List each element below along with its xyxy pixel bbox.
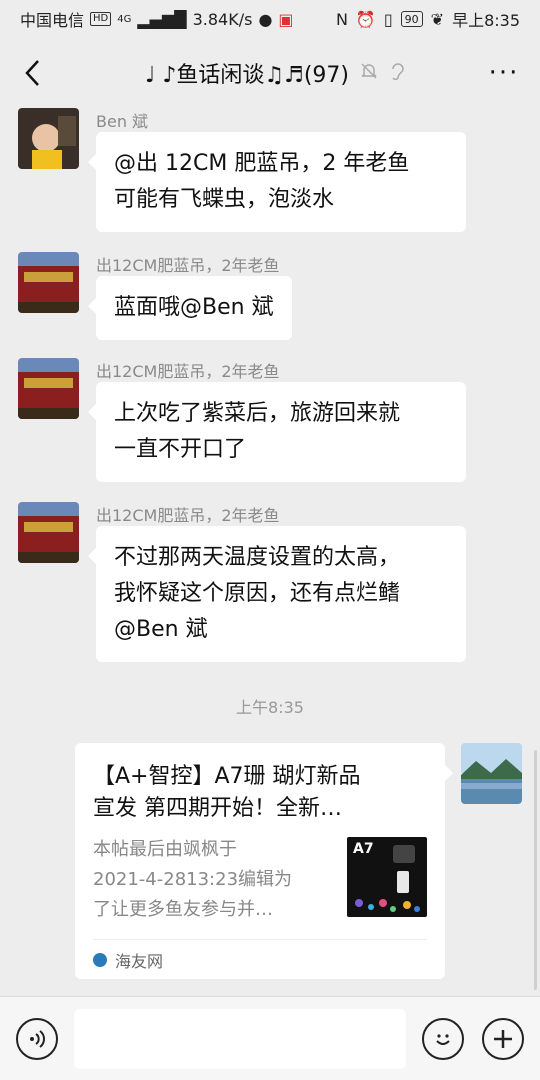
message-notification-icon: ● (258, 9, 273, 29)
message-bubble[interactable]: 蓝面哦@Ben 斌 (88, 276, 292, 340)
card-title: 【A+智控】A7珊 瑚灯新品 宣发 第四期开始！全新… (93, 761, 427, 825)
sender-avatar[interactable] (18, 252, 79, 313)
source-logo-icon (93, 952, 107, 967)
message-item: 出12CM肥蓝吊，2年老鱼 蓝面哦@Ben 斌 (18, 252, 292, 340)
message-text-line: @出 12CM 肥蓝吊，2 年老鱼 (114, 151, 410, 176)
more-functions-button[interactable] (482, 1017, 524, 1060)
card-source-name: 海友网 (115, 951, 164, 971)
message-text-line: 可能有飞蝶虫，泡淡水 (114, 187, 335, 212)
voice-input-button[interactable] (16, 1017, 58, 1060)
clock: 早上8:35 (452, 11, 520, 30)
earpiece-icon (389, 60, 407, 86)
hd-badge: HD (90, 12, 112, 26)
sender-name: 出12CM肥蓝吊，2年老鱼 (96, 256, 280, 275)
emoji-button[interactable] (422, 1017, 464, 1060)
message-item: 出12CM肥蓝吊，2年老鱼 不过那两天温度设置的太高， 我怀疑这个原因，还有点烂… (18, 502, 466, 662)
chat-header: ♩ ♪鱼话闲谈♫♬(97) ··· (0, 38, 540, 108)
message-item: Ben 斌 @出 12CM 肥蓝吊，2 年老鱼 可能有飞蝶虫，泡淡水 (18, 108, 466, 232)
card-title-line: 【A+智控】A7珊 瑚灯新品 (93, 764, 361, 789)
sender-avatar[interactable] (18, 502, 79, 563)
own-avatar[interactable] (461, 743, 522, 804)
back-button[interactable] (16, 53, 48, 93)
network-type: 4G (117, 13, 132, 25)
input-bar (0, 996, 540, 1080)
message-bubble[interactable]: 不过那两天温度设置的太高， 我怀疑这个原因，还有点烂鳍 @Ben 斌 (88, 526, 466, 662)
message-input[interactable] (74, 1008, 406, 1069)
signal-icon: ▂▄▆█ (137, 9, 187, 29)
more-options-button[interactable]: ··· (484, 53, 524, 93)
card-title-line: 宣发 第四期开始！全新… (93, 796, 342, 821)
message-text-line: 不过那两天温度设置的太高， (114, 545, 401, 570)
back-arrow-icon (25, 60, 39, 86)
card-source: 海友网 (93, 939, 427, 979)
sender-name: Ben 斌 (96, 112, 149, 131)
carrier-name: 中国电信 (20, 11, 85, 30)
link-card[interactable]: 【A+智控】A7珊 瑚灯新品 宣发 第四期开始！全新… 本帖最后由飒枫于 202… (75, 743, 453, 979)
nfc-icon: N (335, 9, 348, 29)
scrollbar[interactable] (534, 750, 537, 990)
card-desc-line: 了让更多鱼友参与并… (93, 899, 273, 920)
sender-name: 出12CM肥蓝吊，2年老鱼 (96, 506, 280, 525)
message-text-line: @Ben 斌 (114, 617, 208, 642)
card-description: 本帖最后由飒枫于 2021-4-2813:23编辑为 了让更多鱼友参与并… (93, 835, 337, 925)
status-bar: 中国电信 HD 4G ▂▄▆█ 3.84K/s ● ▣ N ⏰ ▯ 90 ❦ 早… (0, 0, 540, 38)
message-item: 出12CM肥蓝吊，2年老鱼 上次吃了紫菜后，旅游回来就 一直不开口了 (18, 358, 466, 482)
own-message-item: 【A+智控】A7珊 瑚灯新品 宣发 第四期开始！全新… 本帖最后由飒枫于 202… (75, 743, 522, 979)
chat-title: ♩ ♪鱼话闲谈♫♬(97) (144, 63, 350, 88)
sender-name: 出12CM肥蓝吊，2年老鱼 (96, 362, 280, 381)
vibrate-icon: ▯ (383, 9, 393, 29)
card-desc-line: 2021-4-2813:23编辑为 (93, 869, 293, 890)
battery-indicator: 90 (400, 11, 423, 27)
message-text-line: 一直不开口了 (114, 437, 247, 462)
sender-avatar[interactable] (18, 358, 79, 419)
app-notification-icon: ▣ (278, 9, 294, 29)
card-thumbnail: A7 (347, 837, 427, 917)
message-bubble[interactable]: 上次吃了紫菜后，旅游回来就 一直不开口了 (88, 382, 466, 482)
mute-bell-icon (359, 61, 379, 85)
message-text-line: 上次吃了紫菜后，旅游回来就 (114, 401, 401, 426)
message-timestamp: 上午8:35 (236, 698, 304, 717)
voice-icon (30, 1029, 45, 1048)
alarm-icon: ⏰ (355, 9, 376, 29)
network-speed: 3.84K/s (192, 9, 253, 29)
message-bubble[interactable]: @出 12CM 肥蓝吊，2 年老鱼 可能有飞蝶虫，泡淡水 (88, 132, 466, 232)
emoji-icon (436, 1033, 450, 1045)
message-text-line: 蓝面哦@Ben 斌 (114, 295, 274, 320)
leaf-icon: ❦ (430, 9, 445, 29)
card-desc-line: 本帖最后由飒枫于 (93, 839, 237, 860)
plus-icon (494, 1029, 512, 1048)
sender-avatar[interactable] (18, 108, 79, 169)
message-text-line: 我怀疑这个原因，还有点烂鳍 (114, 581, 401, 606)
